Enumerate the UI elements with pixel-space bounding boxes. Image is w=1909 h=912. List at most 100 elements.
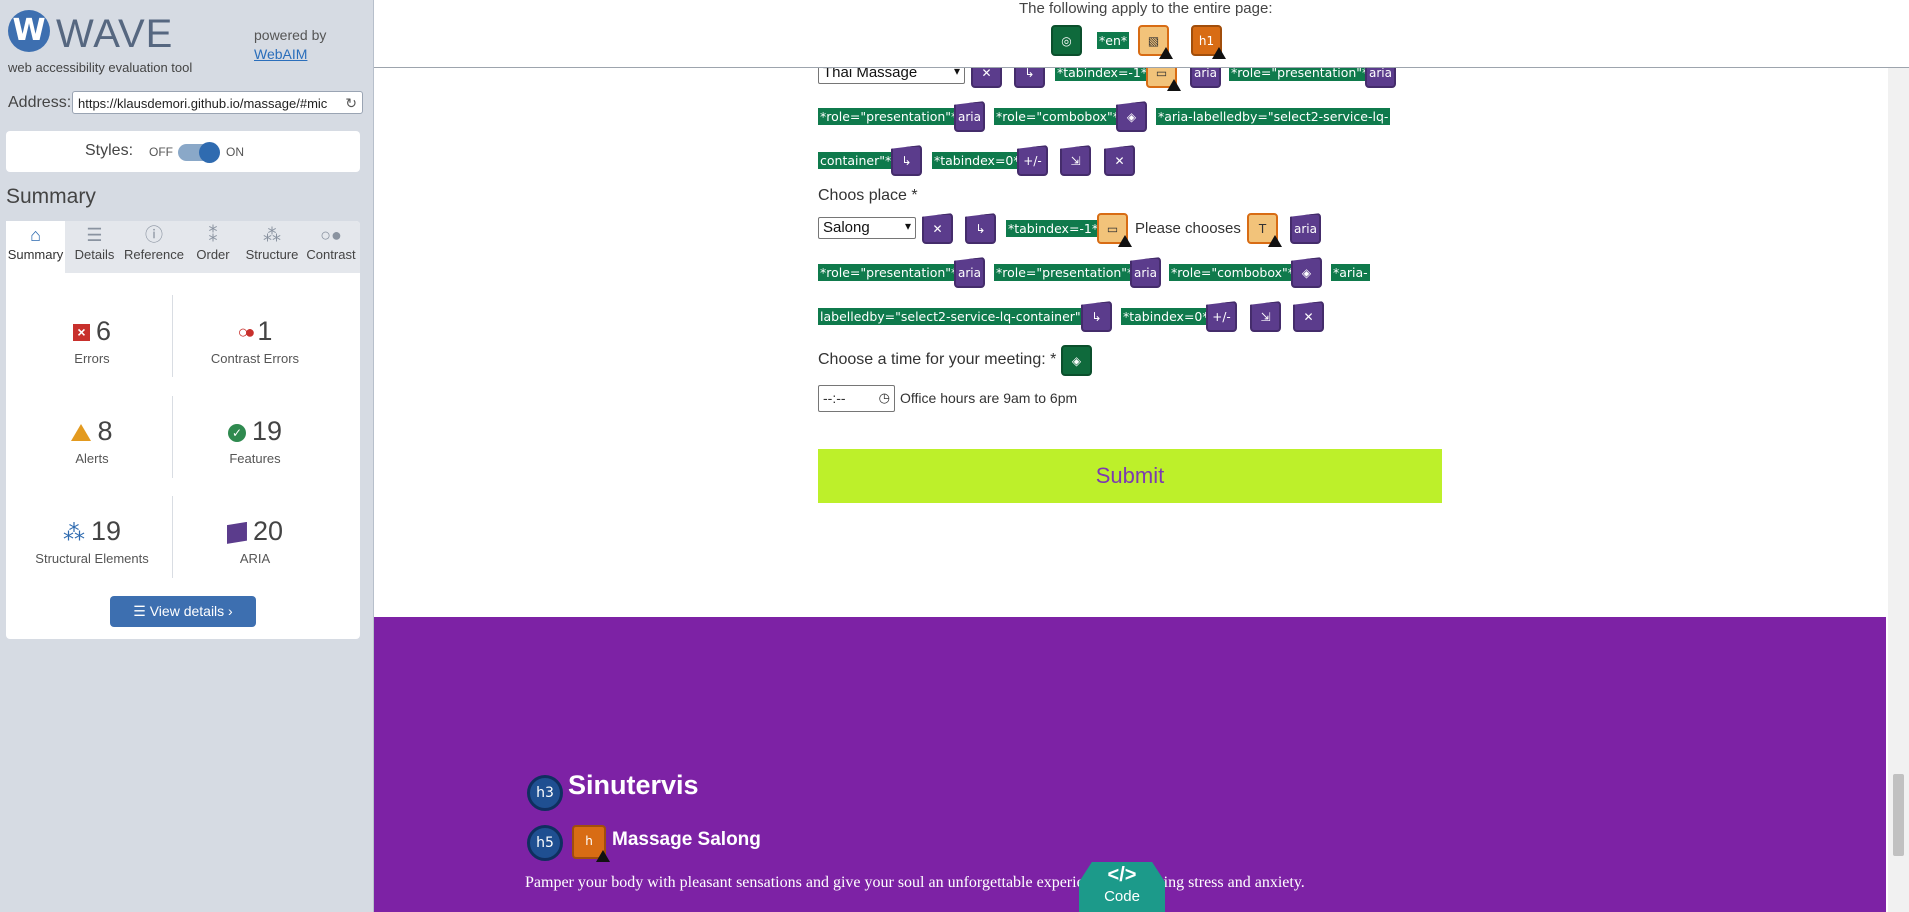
- aria-tag[interactable]: *aria-labelledby="select2-service-lq-: [1156, 108, 1391, 125]
- view-details-button[interactable]: ☰ View details ›: [110, 596, 256, 627]
- aria-tag[interactable]: *aria-: [1331, 264, 1370, 281]
- footer-h5: Massage Salong: [612, 829, 761, 850]
- divider: [172, 496, 173, 578]
- place-select-value: Salong: [823, 219, 870, 236]
- tabindex-icon[interactable]: ↳: [965, 213, 996, 244]
- contrast-count: 1: [257, 316, 273, 346]
- please-choose-text: Please chooses: [1135, 220, 1241, 237]
- warning-icon: [1159, 47, 1173, 59]
- tabindex-icon[interactable]: ↳: [891, 145, 922, 176]
- label-tag-icon[interactable]: ◈: [1116, 101, 1147, 132]
- address-label: Address:: [8, 94, 72, 111]
- address-input[interactable]: https://klausdemori.github.io/massage/#m…: [72, 91, 363, 114]
- skipped-heading-icon[interactable]: h: [572, 825, 610, 862]
- wave-header: W WAVE web accessibility evaluation tool…: [8, 10, 363, 75]
- language-icon[interactable]: ◎: [1051, 25, 1082, 56]
- styles-on-label: ON: [226, 145, 244, 159]
- home-icon: ⌂: [30, 225, 41, 245]
- page-scrollbar[interactable]: [1888, 68, 1909, 912]
- stat-aria[interactable]: 20 ARIA: [180, 516, 330, 566]
- h3-heading-icon[interactable]: h3: [527, 775, 563, 811]
- h1-alert-icon[interactable]: h1: [1191, 25, 1226, 59]
- contrast-label: Contrast Errors: [210, 351, 300, 366]
- aria-tag[interactable]: *tabindex=0*: [1121, 308, 1211, 325]
- title-attribute-icon[interactable]: T: [1247, 213, 1282, 247]
- aria-hidden-icon[interactable]: ✕: [1104, 145, 1135, 176]
- wave-sidebar: W WAVE web accessibility evaluation tool…: [0, 0, 374, 912]
- alerts-count: 8: [97, 416, 113, 446]
- aria-label: ARIA: [239, 551, 271, 566]
- tab-contrast[interactable]: ○● Contrast: [302, 221, 360, 273]
- aria-icon[interactable]: aria: [954, 101, 985, 132]
- powered-by-text: powered by: [254, 27, 327, 43]
- errors-label: Errors: [74, 351, 110, 366]
- warning-icon: [596, 850, 610, 862]
- tabindex-icon[interactable]: ↳: [1081, 301, 1112, 332]
- office-hours-text: Office hours are 9am to 6pm: [900, 390, 1078, 406]
- stat-alerts[interactable]: 8 Alerts: [17, 416, 167, 466]
- tab-reference[interactable]: ⓘ Reference: [124, 221, 184, 273]
- tab-summary[interactable]: ⌂ Summary: [6, 221, 65, 273]
- code-button[interactable]: </> Code: [1079, 862, 1165, 912]
- reload-icon[interactable]: ↻: [345, 95, 357, 112]
- scrollbar-thumb[interactable]: [1893, 774, 1904, 856]
- aria-icon[interactable]: aria: [1290, 213, 1321, 244]
- styles-toggle[interactable]: [178, 142, 220, 163]
- aria-tag[interactable]: *role="presentation"*: [818, 108, 960, 125]
- aria-expanded-icon[interactable]: +/-: [1206, 301, 1237, 332]
- aria-popup-icon[interactable]: ⇲: [1250, 301, 1281, 332]
- divider: [172, 396, 173, 478]
- feature-icon: ✓: [227, 423, 246, 442]
- tab-contrast-label: Contrast: [306, 247, 356, 262]
- aria-icon[interactable]: aria: [954, 257, 985, 288]
- aria-tag[interactable]: *role="presentation"*: [818, 264, 960, 281]
- contrast-alert-icon[interactable]: ▧: [1138, 25, 1173, 59]
- tab-details[interactable]: ☰ Details: [65, 221, 124, 273]
- aria-tag[interactable]: container"*: [818, 152, 894, 169]
- structure-icon: ⁂: [62, 519, 85, 545]
- aria-count: 20: [252, 516, 284, 546]
- aria-hidden-icon[interactable]: ✕: [1293, 301, 1324, 332]
- toggle-knob: [199, 142, 220, 163]
- webaim-link[interactable]: WebAIM: [254, 45, 326, 64]
- page-content: The following apply to the entire page: …: [374, 0, 1909, 912]
- time-input[interactable]: --:-- ◷: [818, 385, 895, 412]
- tab-order[interactable]: ⁑ Order: [184, 221, 242, 273]
- warning-icon: [1118, 235, 1132, 247]
- place-select[interactable]: Salong ▾: [818, 217, 916, 239]
- stat-errors[interactable]: × 6 Errors: [17, 316, 167, 366]
- aria-icon[interactable]: aria: [1130, 257, 1161, 288]
- alert-icon: [71, 424, 92, 442]
- redundant-title-icon[interactable]: ▭: [1097, 213, 1132, 247]
- label-tag-icon[interactable]: ◈: [1291, 257, 1322, 288]
- label-feature-icon[interactable]: ◈: [1061, 345, 1092, 376]
- features-count: 19: [251, 416, 283, 446]
- view-details-label: View details ›: [149, 603, 233, 619]
- tab-order-label: Order: [196, 247, 230, 262]
- stat-contrast-errors[interactable]: ○● 1 Contrast Errors: [180, 316, 330, 366]
- h5-heading-icon[interactable]: h5: [527, 825, 563, 861]
- warning-icon: [1167, 79, 1181, 91]
- aria-tag[interactable]: *role="presentation"*: [994, 264, 1136, 281]
- aria-tag[interactable]: *role="combobox"*: [994, 108, 1122, 125]
- error-icon: ×: [72, 324, 90, 342]
- submit-button[interactable]: Submit: [818, 449, 1442, 503]
- summary-heading: Summary: [6, 185, 96, 208]
- aria-expanded-icon[interactable]: +/-: [1017, 145, 1048, 176]
- aria-popup-icon[interactable]: ⇲: [1060, 145, 1091, 176]
- aria-hidden-icon[interactable]: ✕: [922, 213, 953, 244]
- aria-tag[interactable]: *tabindex=-1*: [1006, 220, 1101, 237]
- features-label: Features: [229, 451, 281, 466]
- aria-tag[interactable]: *tabindex=0*: [932, 152, 1022, 169]
- stat-features[interactable]: ✓ 19 Features: [180, 416, 330, 466]
- aria-tag[interactable]: labelledby="select2-service-lq-container…: [818, 308, 1089, 325]
- styles-toggle-card: Styles: OFF ON: [6, 131, 360, 172]
- stat-structural[interactable]: ⁂ 19 Structural Elements: [17, 516, 167, 566]
- contrast-icon: ○●: [320, 225, 342, 245]
- info-icon: ⓘ: [145, 225, 163, 245]
- lang-tag[interactable]: *en*: [1097, 32, 1130, 49]
- structural-count: 19: [90, 516, 122, 546]
- tab-structure[interactable]: ⁂ Structure: [242, 221, 302, 273]
- contrast-error-icon: ○●: [237, 322, 256, 343]
- aria-tag[interactable]: *role="combobox"*: [1169, 264, 1297, 281]
